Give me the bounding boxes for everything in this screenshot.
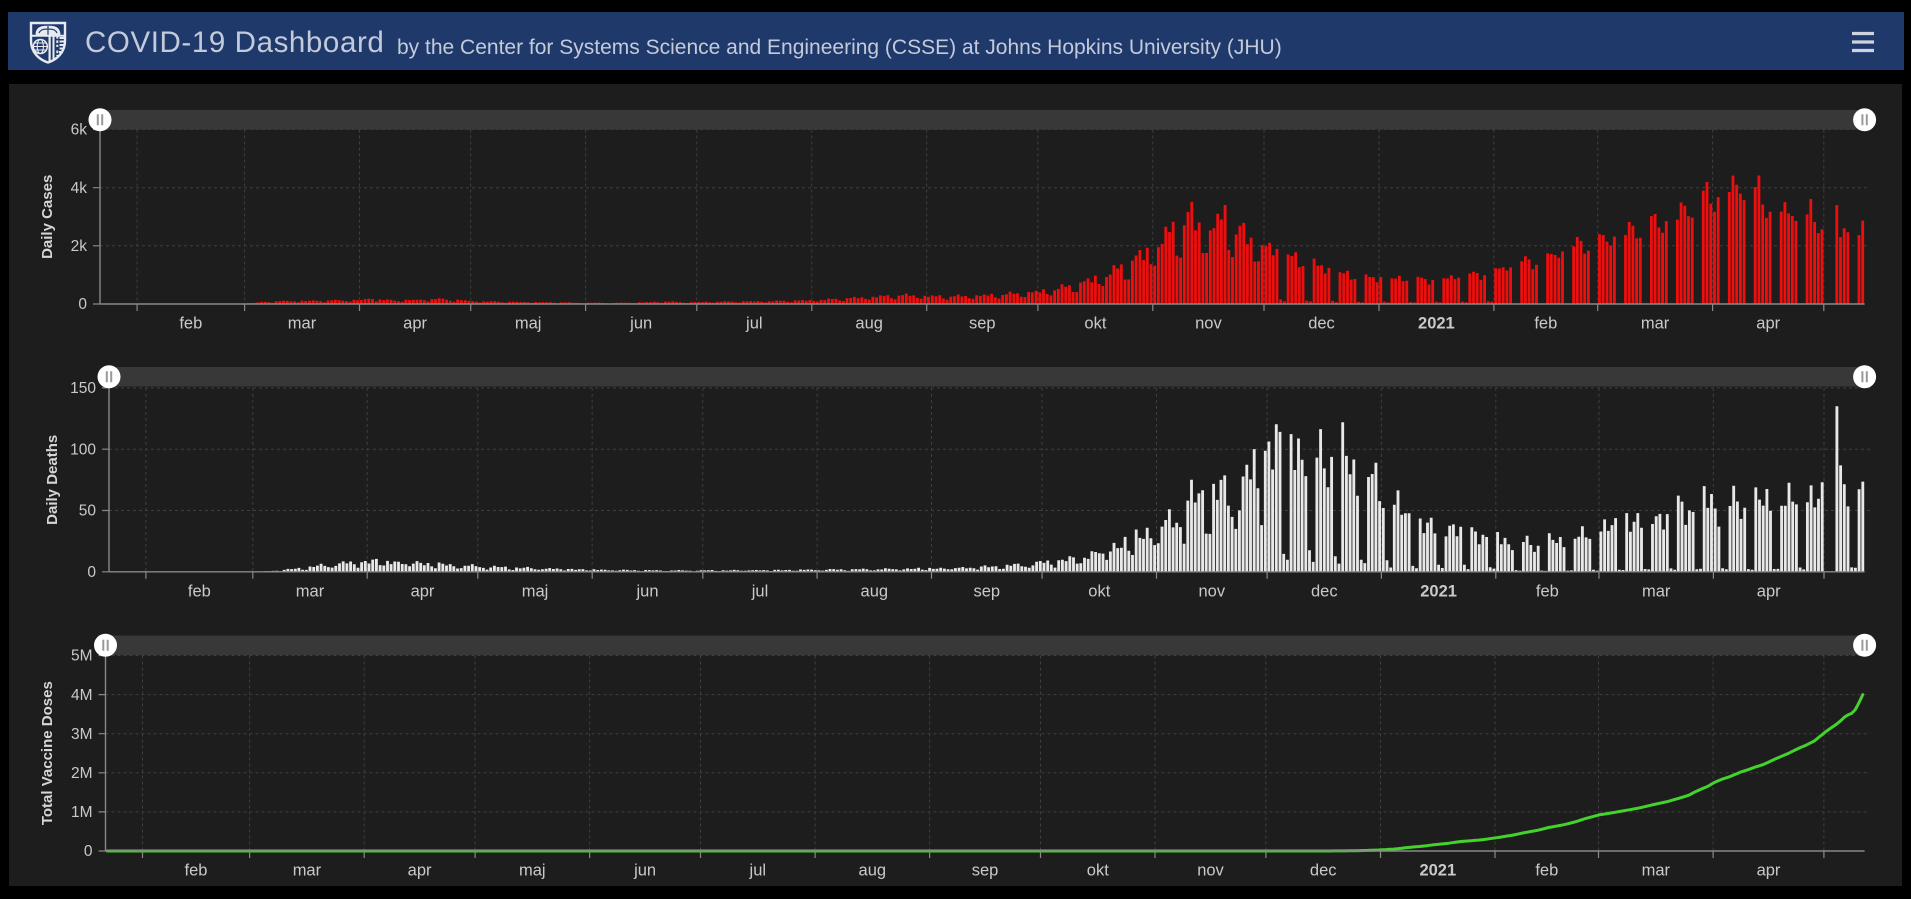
svg-text:jun: jun: [629, 315, 652, 333]
svg-text:maj: maj: [522, 582, 549, 600]
svg-text:okt: okt: [1087, 862, 1109, 880]
svg-text:feb: feb: [188, 582, 211, 600]
svg-text:apr: apr: [411, 582, 435, 600]
svg-text:mar: mar: [293, 862, 322, 880]
svg-text:50: 50: [79, 503, 97, 520]
svg-text:mar: mar: [296, 582, 325, 600]
svg-text:jul: jul: [745, 315, 763, 333]
svg-text:5M: 5M: [71, 648, 93, 665]
svg-text:2M: 2M: [71, 765, 93, 782]
svg-text:apr: apr: [403, 315, 427, 333]
svg-text:0: 0: [87, 564, 96, 581]
svg-text:jun: jun: [635, 582, 658, 600]
svg-text:aug: aug: [861, 582, 889, 600]
svg-text:aug: aug: [855, 315, 883, 333]
svg-text:jun: jun: [633, 862, 656, 880]
svg-text:jul: jul: [749, 862, 767, 880]
svg-text:4M: 4M: [71, 687, 93, 704]
svg-text:0: 0: [84, 843, 93, 860]
svg-text:Total Vaccine Doses: Total Vaccine Doses: [39, 681, 56, 825]
svg-text:nov: nov: [1198, 582, 1225, 600]
svg-text:apr: apr: [1756, 315, 1780, 333]
svg-text:sep: sep: [973, 582, 1000, 600]
svg-text:apr: apr: [408, 862, 432, 880]
svg-text:1M: 1M: [71, 804, 93, 821]
svg-text:3M: 3M: [71, 726, 93, 743]
svg-text:feb: feb: [185, 862, 208, 880]
svg-text:okt: okt: [1088, 582, 1110, 600]
svg-text:4k: 4k: [71, 180, 88, 197]
svg-text:2021: 2021: [1419, 862, 1456, 880]
svg-text:2k: 2k: [71, 238, 88, 255]
svg-text:100: 100: [70, 441, 96, 458]
svg-text:0: 0: [78, 296, 87, 313]
svg-text:6k: 6k: [71, 122, 88, 139]
svg-text:aug: aug: [859, 862, 887, 880]
svg-text:mar: mar: [288, 315, 317, 333]
svg-text:150: 150: [70, 380, 96, 397]
svg-text:Daily Cases: Daily Cases: [39, 175, 56, 259]
svg-text:feb: feb: [1535, 862, 1558, 880]
svg-text:apr: apr: [1757, 582, 1781, 600]
svg-text:mar: mar: [1641, 315, 1670, 333]
svg-text:sep: sep: [969, 315, 996, 333]
svg-text:mar: mar: [1642, 582, 1671, 600]
svg-text:apr: apr: [1757, 862, 1781, 880]
svg-text:nov: nov: [1195, 315, 1222, 333]
svg-text:maj: maj: [515, 315, 542, 333]
svg-text:mar: mar: [1642, 862, 1671, 880]
svg-text:maj: maj: [519, 862, 546, 880]
svg-text:sep: sep: [972, 862, 999, 880]
svg-text:feb: feb: [1536, 582, 1559, 600]
svg-text:jul: jul: [751, 582, 769, 600]
svg-text:Daily Deaths: Daily Deaths: [44, 435, 61, 525]
svg-text:dec: dec: [1311, 582, 1338, 600]
svg-text:feb: feb: [1534, 315, 1557, 333]
svg-text:nov: nov: [1197, 862, 1224, 880]
svg-text:dec: dec: [1310, 862, 1337, 880]
svg-text:2021: 2021: [1418, 315, 1455, 333]
svg-text:okt: okt: [1084, 315, 1106, 333]
svg-text:dec: dec: [1308, 315, 1335, 333]
svg-text:feb: feb: [179, 315, 202, 333]
svg-text:2021: 2021: [1420, 582, 1457, 600]
